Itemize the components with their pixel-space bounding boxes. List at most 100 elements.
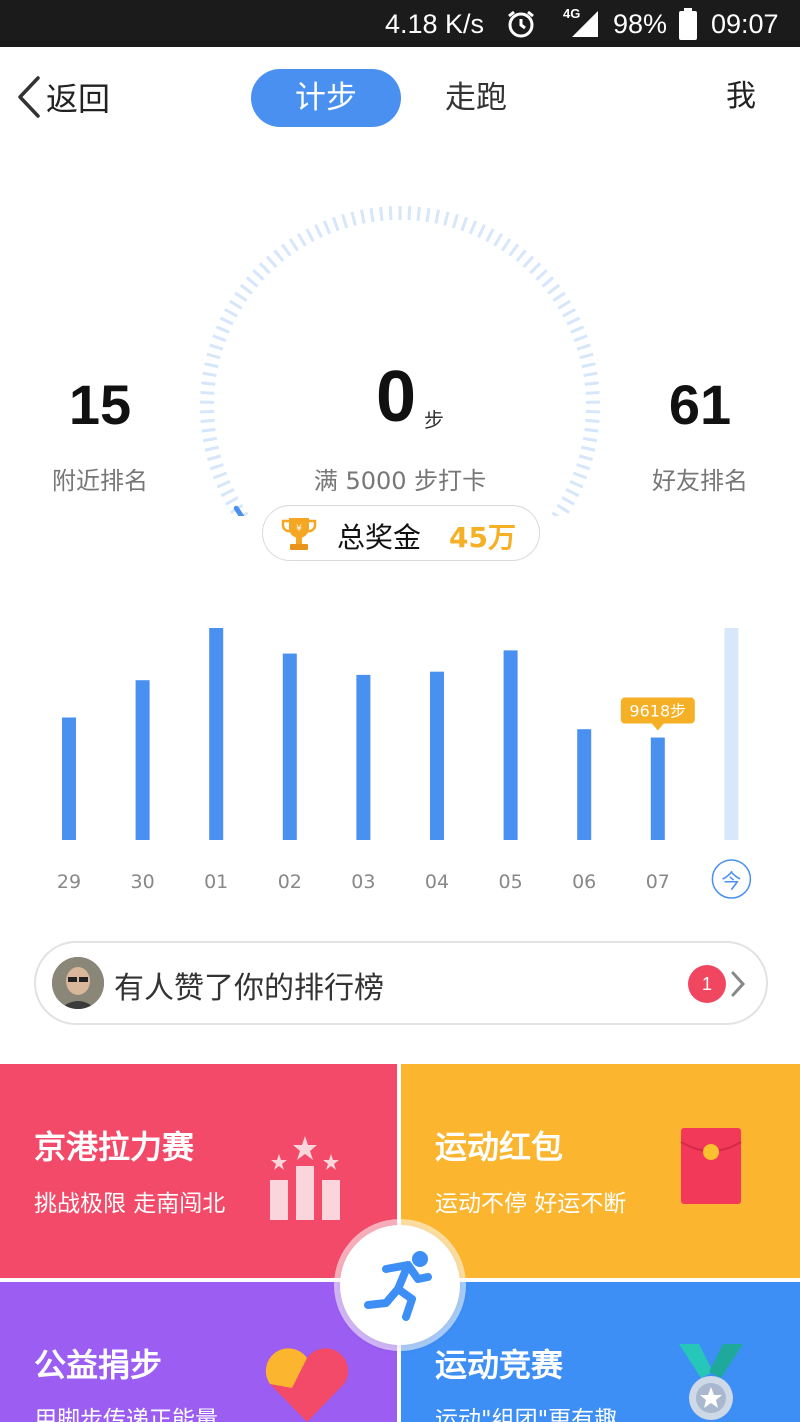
likes-banner[interactable]: 有人赞了你的排行榜 1 [34, 941, 768, 1025]
gauge-tick [204, 362, 219, 369]
gauge-tick [500, 238, 512, 252]
gauge-tick [209, 463, 224, 471]
chart-x-label: 29 [57, 871, 81, 893]
steps-unit: 步 [424, 408, 444, 432]
battery-icon [679, 8, 697, 40]
gauge-tick [566, 316, 581, 326]
gauge-tick [209, 343, 224, 351]
gauge-tick [388, 206, 393, 221]
prize-pool-button[interactable]: ¥ 总奖金 45万 [262, 505, 540, 561]
chart-x-label: 06 [572, 871, 596, 893]
card-title: 京港拉力赛 [34, 1128, 195, 1166]
card-subtitle: 运动不停 好运不断 [435, 1191, 627, 1217]
gauge-tick [239, 283, 253, 295]
gauge-tick [234, 291, 248, 303]
card-title: 公益捐步 [34, 1346, 163, 1384]
gauge-tick [451, 213, 459, 229]
card-title: 运动竞赛 [435, 1346, 564, 1384]
gauge-tick [582, 436, 598, 443]
chart-bar[interactable] [356, 674, 371, 840]
gauge-tick [225, 496, 239, 506]
chart-bar[interactable] [135, 680, 150, 840]
gauge-tick [583, 371, 598, 377]
chart-bar[interactable] [650, 737, 665, 840]
gauge-tick [322, 220, 332, 235]
gauge-tick [350, 211, 357, 226]
gauge-tick [332, 216, 340, 232]
prize-amount: 45万 [449, 521, 516, 554]
red-envelope-icon [680, 1128, 742, 1204]
chart-x-label: 04 [425, 871, 449, 893]
chart-bar[interactable] [577, 729, 592, 840]
card-sports-competition[interactable]: 运动竞赛 运动"组团"更有趣 [401, 1282, 800, 1422]
tab-step-count[interactable]: 计步 [251, 69, 401, 127]
card-rally[interactable]: 京港拉力赛 挑战极限 走南闯北 [0, 1064, 397, 1278]
gauge-tick [584, 427, 599, 433]
chart-x-label: 30 [131, 871, 155, 893]
gauge-tick [529, 262, 542, 275]
gauge-tick [252, 269, 265, 281]
chart-tooltip-label: 9618步 [629, 702, 686, 721]
me-button[interactable]: 我 [726, 71, 756, 115]
gauge-tick [202, 371, 217, 377]
chart-x-label: 05 [499, 871, 523, 893]
gauge-tick [265, 255, 278, 269]
chevron-right-icon [731, 971, 746, 997]
heart-icon [265, 1348, 349, 1422]
gauge-tick [522, 255, 535, 269]
back-button[interactable]: 返回 [14, 73, 110, 121]
signal-icon [572, 11, 598, 37]
gauge-tick [200, 418, 215, 423]
status-bar: 4.18 K/s 4G 98% 09:07 [0, 0, 800, 47]
gauge-tick [220, 488, 235, 498]
trophy-icon: ¥ [281, 518, 317, 550]
gauge-tick [216, 479, 231, 489]
card-subtitle: 用脚步传递正能量 [34, 1407, 218, 1422]
chart-bar[interactable] [209, 628, 224, 840]
gauge-tick [212, 471, 228, 480]
gauge-tick [460, 216, 468, 232]
chart-bar[interactable] [430, 671, 444, 840]
chart-bar[interactable] [724, 628, 739, 840]
gauge-tick [562, 308, 576, 318]
chart-bar[interactable] [503, 650, 518, 840]
gauge-tick [578, 454, 594, 462]
card-charity-steps[interactable]: 公益捐步 用脚步传递正能量 [0, 1282, 397, 1422]
podium-stars-icon [270, 1136, 340, 1220]
alarm-icon [508, 10, 534, 38]
chart-bar[interactable] [62, 717, 76, 840]
chart-x-label: 03 [351, 871, 375, 893]
chart-tooltip: 9618步 [620, 697, 695, 731]
battery-percent: 98% [613, 9, 668, 39]
gauge-tick [206, 454, 222, 462]
gauge-tick [573, 334, 588, 343]
daily-steps-chart: 29 30 01 02 03 04 05 06 07 9618步今 [57, 628, 752, 899]
chart-x-label: 02 [278, 871, 302, 893]
chart-bar[interactable] [282, 653, 297, 840]
notification-badge: 1 [688, 965, 726, 1003]
gauge-tick [515, 249, 527, 263]
gauge-tick [477, 224, 486, 239]
goal-text: 满 5000 步打卡 [313, 467, 487, 495]
gauge-tick [215, 325, 230, 334]
gauge-tick [508, 243, 520, 257]
gauge-tick [585, 418, 600, 423]
gauge-tick [425, 207, 431, 223]
chevron-left-icon [18, 76, 40, 118]
avatar [52, 957, 104, 1009]
gauge-tick [535, 269, 548, 281]
gauge-tick [206, 352, 221, 360]
gauge-tick [572, 471, 588, 480]
gauge-tick [579, 352, 594, 360]
gauge-tick [468, 220, 478, 235]
gauge-tick [551, 511, 560, 516]
gauge-tick [584, 381, 599, 386]
header: 返回 计步 走跑 我 [0, 47, 800, 147]
card-red-envelope[interactable]: 运动红包 运动不停 好运不断 [401, 1064, 800, 1278]
gauge-tick [569, 479, 584, 489]
tab-walk-run[interactable]: 走跑 [441, 69, 511, 127]
gauge-tick [541, 276, 555, 288]
start-run-button[interactable] [340, 1225, 460, 1345]
gauge-tick [407, 206, 412, 221]
gauge-tick [379, 206, 384, 222]
